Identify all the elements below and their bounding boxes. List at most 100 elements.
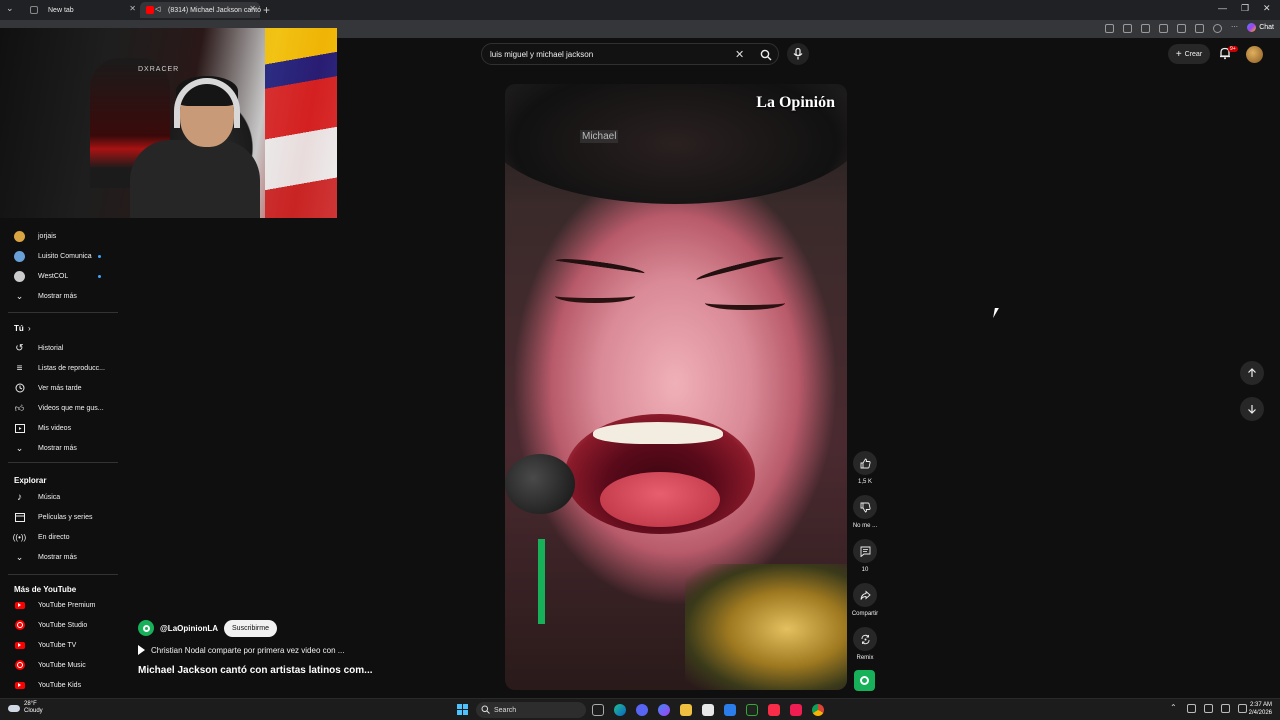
share-action[interactable]: Compartir <box>852 583 878 617</box>
related-video-link[interactable]: Christian Nodal comparte por primera vez… <box>138 645 344 655</box>
chair-logo: DXRACER <box>138 66 180 73</box>
sidebar-item-historial[interactable]: ↺ Historial <box>0 338 118 358</box>
flag <box>265 28 337 218</box>
new-tab-button[interactable]: + <box>263 3 270 17</box>
search-box[interactable]: luis miguel y michael jackson ✕ <box>481 43 779 65</box>
sidebar-item-live[interactable]: ((•)) En directo <box>0 527 118 547</box>
clear-search-icon[interactable]: ✕ <box>735 48 744 61</box>
sidebar-item-youtube-tv[interactable]: YouTube TV <box>0 635 118 655</box>
refresh-icon[interactable] <box>1159 24 1168 33</box>
tab-menu-icon[interactable]: ⌄ <box>6 3 14 14</box>
close-tab-icon[interactable]: ✕ <box>129 4 136 13</box>
folder-icon[interactable] <box>680 704 692 716</box>
remix-action[interactable]: Remix <box>852 627 878 661</box>
like-action[interactable]: 1,5 K <box>852 451 878 485</box>
channel-avatar[interactable] <box>138 620 154 636</box>
sidebar-item-label: Listas de reproducc... <box>38 364 105 372</box>
taskbar-search[interactable]: Search <box>476 702 586 718</box>
show-more-subscriptions[interactable]: ⌄ Mostrar más <box>0 286 118 306</box>
shield-icon[interactable] <box>1177 24 1186 33</box>
sidebar-item-label: jorjais <box>38 232 57 240</box>
start-button[interactable] <box>457 704 468 715</box>
star-icon[interactable] <box>1141 24 1150 33</box>
section-heading: Tú <box>14 323 24 333</box>
sidebar-item-label: Mis videos <box>38 424 72 432</box>
sidebar-item-my-videos[interactable]: Mis videos <box>0 418 118 438</box>
more-icon[interactable]: ⋯ <box>1231 24 1240 33</box>
close-tab-icon[interactable]: ✕ <box>249 4 256 13</box>
short-video-player[interactable]: La Opinión Michael <box>505 84 847 690</box>
chevron-up-icon[interactable]: ⌃ <box>1170 704 1179 713</box>
mail-icon[interactable] <box>724 704 736 716</box>
extension-icon[interactable] <box>1105 24 1114 33</box>
sidebar-heading-you[interactable]: Tú › <box>0 318 118 338</box>
store-icon[interactable] <box>702 704 714 716</box>
share-icon <box>860 590 871 600</box>
like-button[interactable] <box>853 451 877 475</box>
comment-icon <box>860 546 870 557</box>
next-short-button[interactable] <box>1240 397 1264 421</box>
search-icon[interactable] <box>760 49 772 61</box>
weather-widget[interactable]: 28°F Cloudy <box>8 701 43 715</box>
sidebar-item-playlists[interactable]: ≡ Listas de reproducc... <box>0 358 118 378</box>
tab-new-tab[interactable]: New tab ✕ <box>24 2 140 18</box>
minimize-icon[interactable]: — <box>1218 3 1227 13</box>
short-title[interactable]: Michael Jackson cantó con artistas latin… <box>138 665 373 676</box>
sidebar-item-youtube-kids[interactable]: YouTube Kids <box>0 675 118 695</box>
task-view-icon[interactable] <box>592 704 604 716</box>
sidebar-item-jorjais[interactable]: jorjais <box>0 226 118 246</box>
clock-icon <box>14 383 25 394</box>
chat-button[interactable]: Chat <box>1247 23 1274 32</box>
network-icon[interactable] <box>1187 704 1196 713</box>
channel-handle[interactable]: @LaOpinionLA <box>160 624 218 633</box>
app-icon[interactable] <box>746 704 758 716</box>
music-app-icon[interactable] <box>768 704 780 716</box>
location-icon[interactable] <box>1204 704 1213 713</box>
comments-action[interactable]: 10 <box>852 539 878 573</box>
sidebar-item-luisito-comunica[interactable]: Luisito Comunica <box>0 246 118 266</box>
clock[interactable]: 2:37 AM 2/4/2026 <box>1238 701 1272 717</box>
dislike-action[interactable]: No me ... <box>852 495 878 529</box>
subscribe-button[interactable]: Suscribirme <box>224 619 277 637</box>
clock-time: 2:37 AM <box>1249 702 1272 708</box>
sidebar-item-movies[interactable]: Películas y series <box>0 507 118 527</box>
voice-search-button[interactable] <box>787 43 809 65</box>
discord-icon[interactable] <box>636 704 648 716</box>
sidebar-item-youtube-studio[interactable]: YouTube Studio <box>0 615 118 635</box>
previous-short-button[interactable] <box>1240 361 1264 385</box>
edge-icon[interactable] <box>614 704 626 716</box>
show-more-explore[interactable]: ⌄ Mostrar más <box>0 547 118 567</box>
youtube-tv-icon <box>14 641 25 649</box>
live-icon: ((•)) <box>12 532 27 542</box>
channel-icon-button[interactable] <box>854 670 875 691</box>
sidebar-item-watch-later[interactable]: Ver más tarde <box>0 378 118 398</box>
sidebar-item-label: Películas y series <box>38 513 93 521</box>
sidebar-item-label: Música <box>38 493 61 501</box>
close-window-icon[interactable]: ✕ <box>1263 3 1271 14</box>
restore-icon[interactable]: ❐ <box>1241 3 1249 14</box>
tab-label: (8314) Michael Jackson cantó <box>168 6 261 14</box>
account-avatar[interactable] <box>1246 46 1263 63</box>
display-icon[interactable] <box>1221 704 1230 713</box>
sidebar-item-youtube-premium[interactable]: YouTube Premium <box>0 595 118 615</box>
show-more-you[interactable]: ⌄ Mostrar más <box>0 438 118 458</box>
tiktok-icon[interactable] <box>790 704 802 716</box>
remix-button[interactable] <box>853 627 877 651</box>
sidebar-item-youtube-music[interactable]: YouTube Music <box>0 655 118 675</box>
sidebar-item-music[interactable]: ♪ Música <box>0 487 118 507</box>
chrome-icon[interactable] <box>812 704 824 716</box>
search-input[interactable]: luis miguel y michael jackson <box>490 50 593 59</box>
favorites-icon[interactable] <box>1195 24 1204 33</box>
create-button[interactable]: + Crear <box>1168 44 1210 64</box>
translate-icon[interactable] <box>1123 24 1132 33</box>
speaker-icon[interactable]: ◁ <box>155 5 160 13</box>
play-icon <box>138 645 145 655</box>
sidebar-item-liked-videos[interactable]: 👍︎ Videos que me gus... <box>0 398 118 418</box>
tab-youtube[interactable]: ◁ (8314) Michael Jackson cantó ✕ <box>140 2 261 18</box>
copilot-icon[interactable] <box>658 704 670 716</box>
profile-icon[interactable] <box>1213 24 1222 33</box>
sidebar-item-westcol[interactable]: WestCOL <box>0 266 118 286</box>
dislike-button[interactable] <box>853 495 877 519</box>
share-button[interactable] <box>853 583 877 607</box>
comments-button[interactable] <box>853 539 877 563</box>
